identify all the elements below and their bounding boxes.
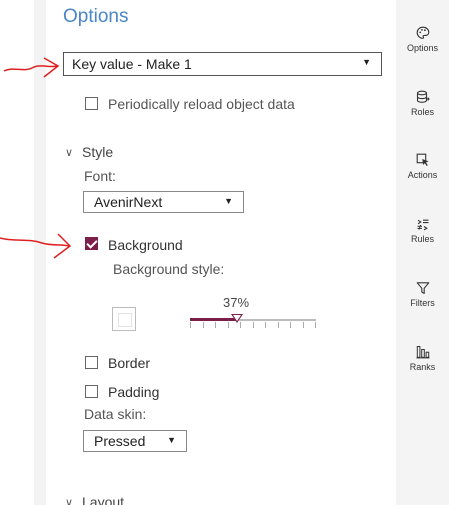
rail-label-filters: Filters (410, 298, 435, 308)
padding-checkbox[interactable] (85, 385, 98, 398)
reload-checkbox[interactable] (85, 97, 98, 110)
rail-item-options[interactable]: Options (396, 26, 449, 53)
filter-icon (416, 282, 429, 294)
slider-tick (265, 322, 266, 328)
font-select[interactable]: AvenirNext ▼ (83, 191, 244, 213)
slider-ticks (190, 322, 316, 330)
background-label: Background (108, 237, 183, 253)
padding-label: Padding (108, 384, 160, 400)
rail-label-options: Options (406, 43, 439, 53)
data-skin-label: Data skin: (84, 406, 147, 422)
cursor-icon (416, 153, 429, 166)
ranks-icon (416, 346, 429, 359)
options-panel: Options Key value - Make 1 ▼ Periodicall… (46, 0, 396, 505)
border-label: Border (108, 355, 151, 371)
slider-tick (240, 322, 241, 328)
rail-item-roles[interactable]: Roles (396, 90, 449, 117)
font-select-value: AvenirNext (94, 194, 163, 210)
right-rail: Options Roles Actions Rules Filters Rank… (396, 0, 449, 505)
style-section-toggle[interactable]: Style (82, 144, 113, 160)
rail-item-ranks[interactable]: Ranks (396, 345, 449, 372)
palette-icon (416, 26, 429, 39)
chevron-down-icon: ▼ (224, 196, 233, 206)
layout-chevron-icon[interactable]: ∨ (65, 496, 73, 505)
rules-icon (417, 219, 428, 231)
left-margin (0, 0, 46, 505)
style-chevron-icon[interactable]: ∨ (65, 146, 73, 159)
chevron-down-icon: ▼ (362, 57, 371, 67)
background-style-label: Background style: (113, 261, 225, 277)
slider-tick (228, 322, 229, 328)
border-checkbox[interactable] (85, 356, 98, 369)
rail-item-rules[interactable]: Rules (396, 217, 449, 244)
slider-tick (303, 322, 304, 328)
rail-item-actions[interactable]: Actions (396, 153, 449, 180)
transparency-slider-fill (190, 318, 237, 321)
slider-tick (315, 322, 316, 328)
chevron-down-icon: ▼ (167, 435, 176, 445)
slider-tick (203, 322, 204, 328)
rail-label-roles: Roles (410, 107, 434, 117)
rail-item-filters[interactable]: Filters (396, 281, 449, 308)
slider-tick (253, 322, 254, 328)
panel-title: Options (63, 6, 129, 27)
object-select[interactable]: Key value - Make 1 ▼ (63, 52, 382, 76)
font-label: Font: (84, 168, 116, 184)
reload-label: Periodically reload object data (108, 96, 295, 112)
rail-label-ranks: Ranks (409, 362, 436, 372)
background-checkbox[interactable] (85, 237, 98, 250)
database-icon (416, 90, 430, 103)
slider-tick (278, 322, 279, 328)
slider-tick (190, 322, 191, 328)
slider-tick (215, 322, 216, 328)
rail-label-rules: Rules (410, 234, 434, 244)
transparency-value: 37% (223, 295, 250, 310)
object-select-value: Key value - Make 1 (72, 56, 192, 72)
layout-section-toggle[interactable]: Layout (82, 494, 124, 505)
background-color-swatch[interactable] (112, 307, 136, 331)
rail-label-actions: Actions (407, 170, 438, 180)
data-skin-select[interactable]: Pressed ▼ (83, 430, 187, 452)
data-skin-value: Pressed (94, 433, 146, 449)
slider-tick (290, 322, 291, 328)
